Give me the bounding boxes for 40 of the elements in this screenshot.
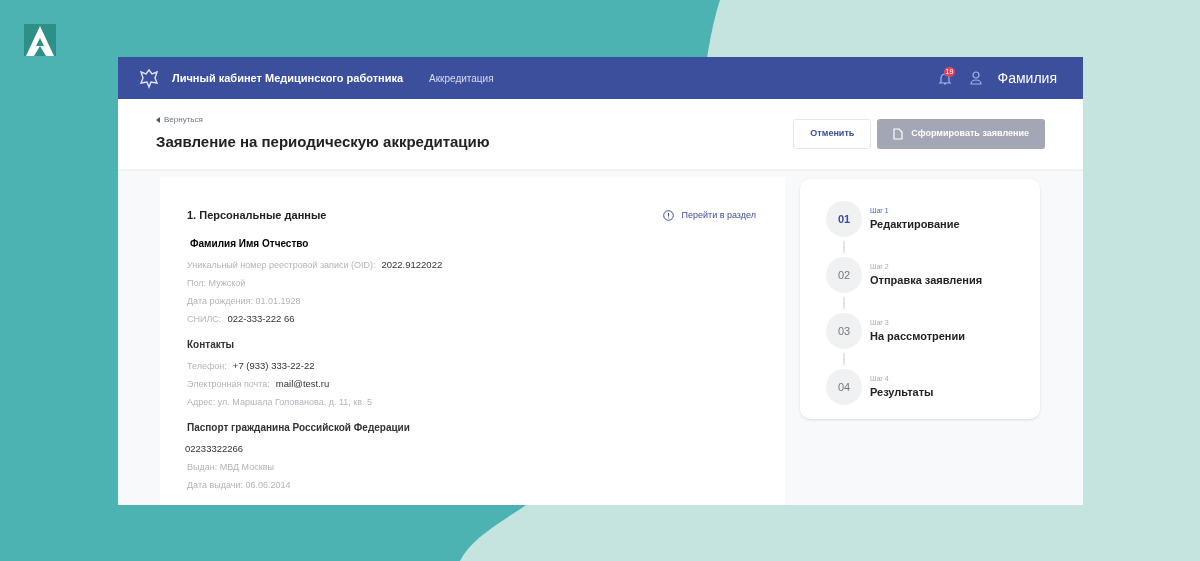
app-title: Личный кабинет Медицинского работника bbox=[172, 70, 404, 86]
field-value: 2022.9122022 bbox=[381, 258, 443, 271]
bell-icon[interactable] bbox=[937, 72, 952, 86]
caret-icon bbox=[156, 117, 160, 124]
person-name: Фамилия Имя Отчество bbox=[190, 236, 310, 251]
step-title: Редактирование bbox=[870, 217, 960, 232]
step-title: Результаты bbox=[870, 385, 934, 400]
logo-icon bbox=[24, 24, 56, 56]
back-link[interactable]: Вернуться bbox=[156, 114, 490, 127]
field-label: Пол: Мужской bbox=[187, 276, 246, 289]
field-value: 022-333-222 66 bbox=[227, 312, 295, 325]
field-label: СНИЛС: bbox=[187, 312, 222, 325]
help-icon bbox=[662, 209, 674, 221]
step-number: 01 bbox=[826, 201, 862, 237]
field-label: Телефон: bbox=[187, 359, 227, 372]
section-title: 1. Персональные данные bbox=[187, 208, 327, 223]
group-heading: Паспорт гражданина Российской Федерации bbox=[187, 420, 411, 435]
field-value: +7 (933) 333-22-22 bbox=[232, 359, 315, 372]
step-title: Отправка заявления bbox=[870, 273, 983, 288]
emblem-icon bbox=[138, 67, 160, 89]
section-link[interactable]: Перейти в раздел bbox=[662, 208, 756, 222]
field-value: mail@test.ru bbox=[275, 377, 330, 390]
group-heading: Контакты bbox=[187, 337, 236, 352]
user-name[interactable]: Фамилия bbox=[997, 67, 1057, 89]
field-label: Выдан: МВД Москвы bbox=[187, 460, 274, 473]
field-label: Дата выдачи: 06.06.2014 bbox=[187, 478, 291, 491]
field-label: Уникальный номер реестровой записи (OID): bbox=[187, 258, 376, 271]
field-label: Дата рождения: 01.01.1928 bbox=[187, 294, 301, 307]
nav-link[interactable]: Аккредитация bbox=[429, 70, 494, 86]
document-icon bbox=[893, 128, 904, 140]
user-icon[interactable] bbox=[969, 71, 982, 85]
page-title: Заявление на периодическую аккредитацию bbox=[156, 132, 490, 153]
step-number: 03 bbox=[826, 313, 862, 349]
field-label: Электронная почта: bbox=[187, 377, 270, 390]
step-number: 02 bbox=[826, 257, 862, 293]
field-label: Адрес: ул. Маршала Голованова, д. 11, кв. 5 bbox=[187, 395, 373, 408]
step-title: На рассмотрении bbox=[870, 329, 966, 344]
cancel-button[interactable]: Отменить bbox=[793, 119, 872, 149]
step-number: 04 bbox=[826, 369, 862, 405]
field-value: 02233322266 bbox=[185, 442, 244, 455]
